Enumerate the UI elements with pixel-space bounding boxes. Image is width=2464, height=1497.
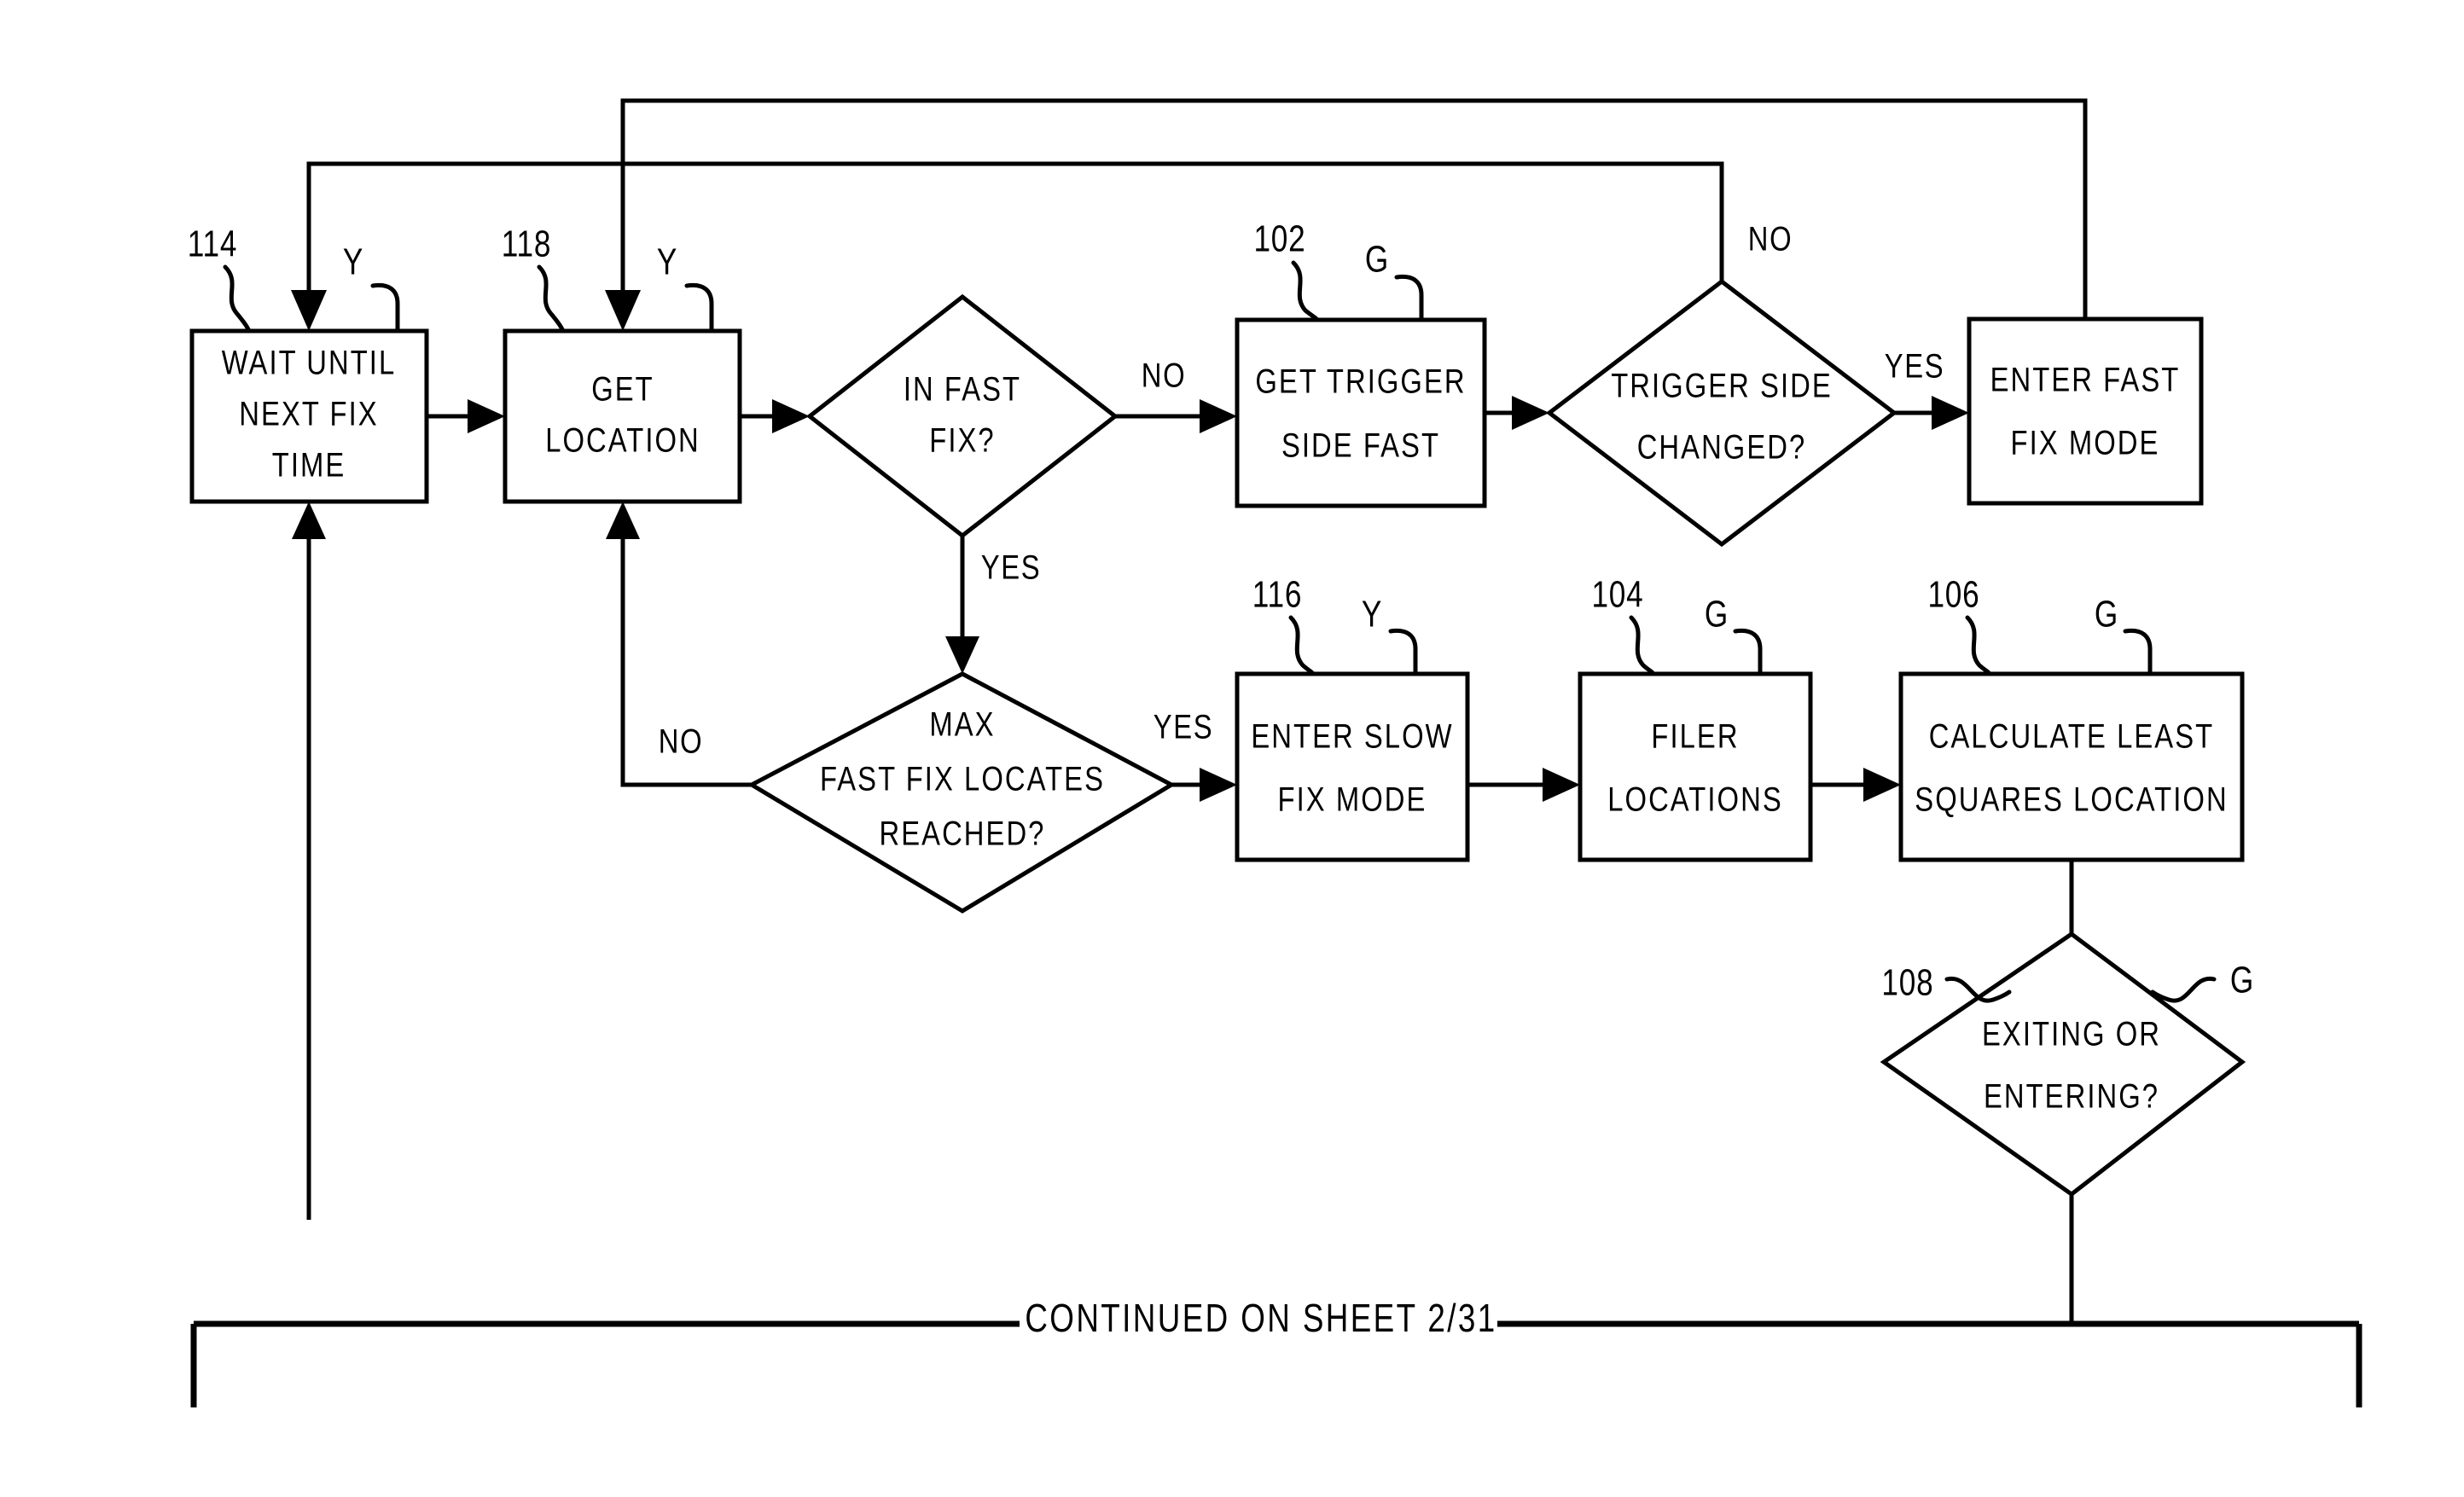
node-wait-until-next-fix-time[interactable]: WAIT UNTIL NEXT FIX TIME (189, 328, 429, 504)
feedback-path-sheet-return-to-wait (292, 502, 326, 1220)
port-tag-g-filer: G (1705, 594, 1763, 676)
edge-label-in-fast-fix-yes: YES (981, 548, 1042, 586)
calculate-least-squares-line2: SQUARES LOCATION (1915, 780, 2228, 818)
filer-locations-box[interactable] (1578, 671, 1813, 862)
node-get-trigger-side-fast[interactable]: GET TRIGGER SIDE FAST (1235, 317, 1487, 508)
edge-label-in-fast-fix-no: NO (1142, 356, 1186, 394)
get-location-line2: LOCATION (545, 421, 700, 459)
wait-until-next-fix-time-line1: WAIT UNTIL (222, 343, 396, 381)
ref-number-116: 116 (1252, 574, 1303, 616)
ref-number-106: 106 (1927, 574, 1979, 616)
edge-slow-fix-to-filer (1467, 768, 1580, 802)
ref-leader-114: 114 (188, 223, 252, 334)
arrowhead-into-wait-until (291, 290, 327, 331)
enter-slow-fix-mode-box[interactable] (1235, 671, 1470, 862)
sheet-continuation-label: CONTINUED ON SHEET 2/31 (1025, 1296, 1496, 1340)
node-get-location[interactable]: GET LOCATION (503, 328, 742, 504)
ref-number-104: 104 (1591, 574, 1643, 616)
port-tag-y-label-get-location: Y (657, 241, 677, 283)
sheet-continuation-bracket: CONTINUED ON SHEET 2/31 (190, 1296, 2362, 1407)
port-tag-g-label-trigger-fast: G (1365, 239, 1389, 281)
get-trigger-side-fast-line1: GET TRIGGER (1255, 362, 1466, 400)
in-fast-fix-line2: FIX? (929, 421, 995, 459)
ref-leader-102: 102 (1253, 218, 1320, 322)
ref-number-118: 118 (502, 223, 552, 265)
ref-leader-106: 106 (1927, 574, 1992, 676)
wait-until-next-fix-time-line2: NEXT FIX (239, 394, 378, 432)
port-tag-g-exiting-entering: G (2150, 960, 2254, 1003)
node-calculate-least-squares-location[interactable]: CALCULATE LEAST SQUARES LOCATION (1898, 671, 2245, 862)
enter-slow-fix-mode-line2: FIX MODE (1278, 780, 1427, 818)
edge-label-max-locates-no: NO (659, 722, 703, 760)
filer-locations-line2: LOCATIONS (1607, 780, 1782, 818)
exiting-or-entering-line2: ENTERING? (1984, 1076, 2159, 1115)
port-tag-g-label-least-squares: G (2095, 594, 2118, 635)
calculate-least-squares-line1: CALCULATE LEAST (1929, 717, 2214, 755)
get-location-line1: GET (591, 369, 654, 408)
ref-number-108: 108 (1881, 962, 1933, 1004)
get-trigger-side-fast-box[interactable] (1235, 317, 1487, 508)
node-exiting-or-entering[interactable]: EXITING OR ENTERING? (1880, 931, 2246, 1198)
enter-slow-fix-mode-line1: ENTER SLOW (1251, 717, 1453, 755)
edge-wait-to-get-location (427, 399, 505, 433)
arrowhead-into-get-location (605, 290, 641, 331)
trigger-side-changed-line2: CHANGED? (1637, 427, 1807, 466)
node-filer-locations[interactable]: FILER LOCATIONS (1578, 671, 1813, 862)
port-tag-g-least-squares: G (2095, 594, 2153, 676)
enter-fast-fix-mode-box[interactable] (1967, 316, 2204, 506)
port-tag-g-label-exiting-entering: G (2230, 960, 2254, 1001)
port-tag-y-wait-until: Y (343, 241, 400, 334)
get-location-box[interactable] (503, 328, 742, 504)
trigger-side-changed-line1: TRIGGER SIDE (1611, 366, 1833, 404)
edge-in-fast-fix-yes: YES (945, 536, 1042, 674)
ref-leader-118: 118 (502, 223, 566, 334)
ref-leader-104: 104 (1591, 574, 1656, 676)
exiting-or-entering-line1: EXITING OR (1982, 1014, 2161, 1053)
node-trigger-side-changed[interactable]: TRIGGER SIDE CHANGED? (1545, 278, 1898, 548)
edge-trigger-fast-to-changed (1485, 396, 1549, 430)
ref-number-114: 114 (188, 223, 238, 265)
feedback-path-fast-fix-to-get-location (605, 98, 2088, 331)
in-fast-fix-diamond[interactable] (805, 293, 1119, 539)
node-in-fast-fix[interactable]: IN FAST FIX? (805, 293, 1119, 539)
calculate-least-squares-location-box[interactable] (1898, 671, 2245, 862)
node-enter-fast-fix-mode[interactable]: ENTER FAST FIX MODE (1967, 316, 2204, 506)
node-enter-slow-fix-mode[interactable]: ENTER SLOW FIX MODE (1235, 671, 1470, 862)
edge-get-location-to-in-fast-fix (740, 399, 810, 433)
exiting-or-entering-diamond[interactable] (1880, 931, 2246, 1198)
port-tag-y-get-location: Y (657, 241, 714, 334)
edge-label-max-locates-yes: YES (1154, 707, 1214, 746)
port-tag-g-label-filer: G (1705, 594, 1729, 635)
port-tag-y-slow-fix: Y (1362, 594, 1418, 676)
enter-fast-fix-mode-line1: ENTER FAST (1990, 360, 2181, 398)
edge-label-trigger-changed-no: NO (1748, 219, 1793, 258)
port-tag-y-label-slow-fix: Y (1362, 594, 1382, 635)
enter-fast-fix-mode-line2: FIX MODE (2011, 423, 2160, 461)
ref-leader-116: 116 (1252, 574, 1316, 676)
edge-max-locates-no: NO (606, 502, 752, 787)
max-locates-line1: MAX (929, 705, 995, 743)
edge-label-trigger-changed-yes: YES (1885, 346, 1945, 385)
filer-locations-line1: FILER (1651, 717, 1739, 755)
node-max-fast-fix-locates-reached[interactable]: MAX FAST FIX LOCATES REACHED? (747, 671, 1177, 914)
patent-flowchart-figure: WAIT UNTIL NEXT FIX TIME 114 Y GET LOCAT… (0, 0, 2464, 1497)
edge-in-fast-fix-no: NO (1115, 356, 1237, 433)
get-trigger-side-fast-line2: SIDE FAST (1281, 426, 1440, 464)
in-fast-fix-line1: IN FAST (904, 369, 1021, 408)
edge-trigger-changed-yes: YES (1885, 346, 1969, 430)
port-tag-y-label-wait: Y (343, 241, 363, 283)
port-tag-g-trigger-fast: G (1365, 239, 1424, 322)
flowchart-canvas: WAIT UNTIL NEXT FIX TIME 114 Y GET LOCAT… (188, 98, 2362, 1407)
edge-filer-to-least-squares (1810, 768, 1901, 802)
max-locates-line2: FAST FIX LOCATES (820, 759, 1105, 798)
wait-until-next-fix-time-line3: TIME (272, 445, 346, 484)
ref-number-102: 102 (1253, 218, 1305, 260)
max-locates-line3: REACHED? (880, 814, 1046, 852)
trigger-side-changed-diamond[interactable] (1545, 278, 1898, 548)
